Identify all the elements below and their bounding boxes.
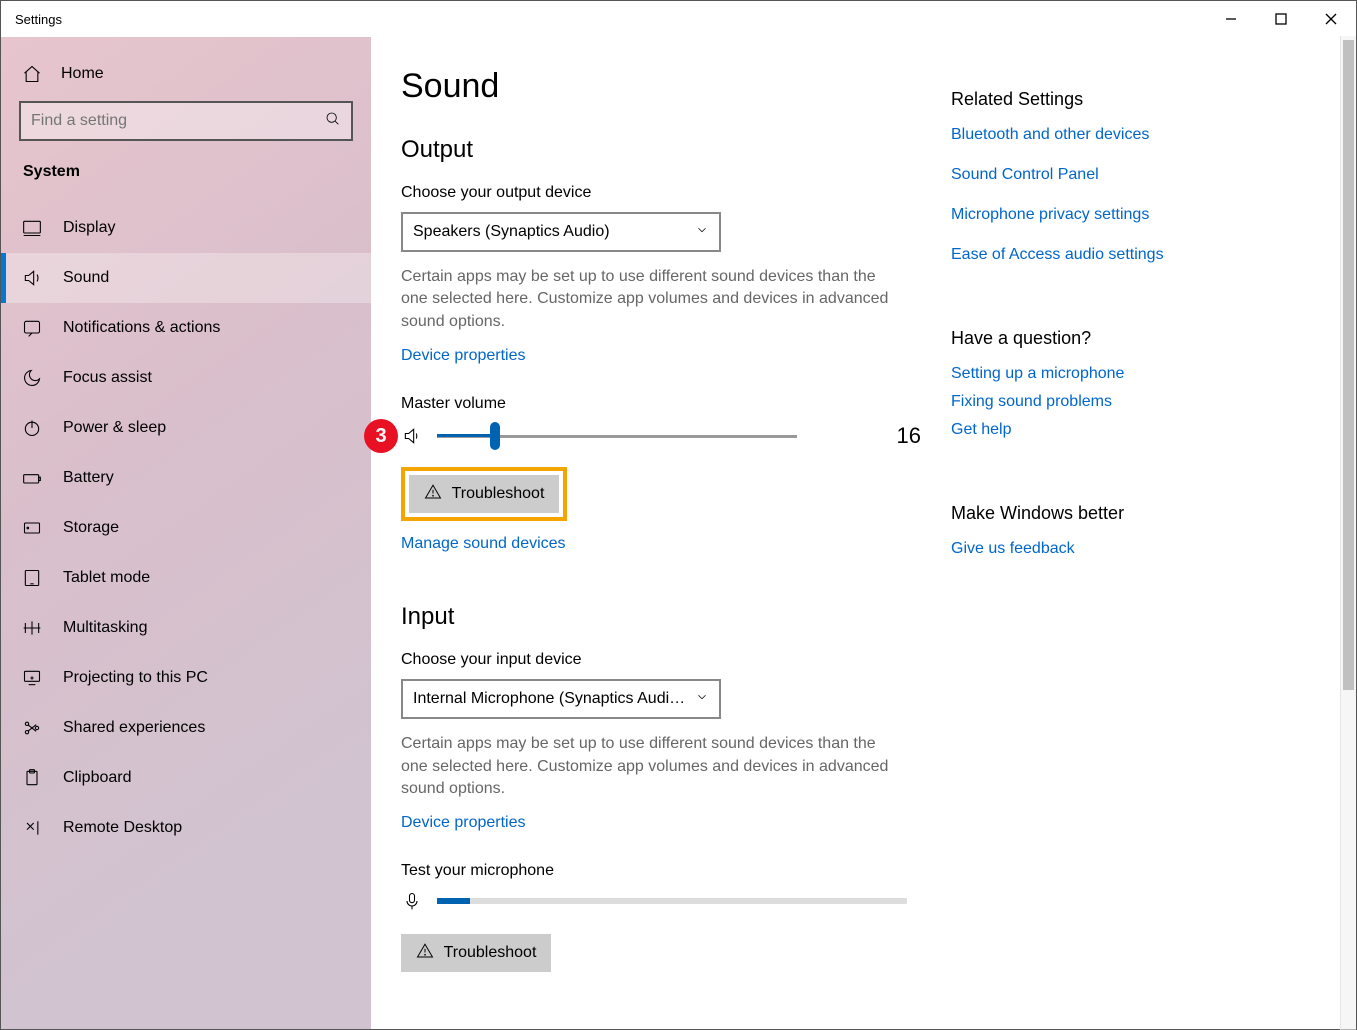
master-volume-value: 16 xyxy=(897,423,951,449)
have-question-heading: Have a question? xyxy=(951,328,1316,349)
sidebar-item-notifications[interactable]: Notifications & actions xyxy=(1,303,371,353)
sidebar-item-focus-assist[interactable]: Focus assist xyxy=(1,353,371,403)
focus-assist-icon xyxy=(21,367,43,389)
sidebar-item-label: Notifications & actions xyxy=(63,319,220,337)
page-title: Sound xyxy=(401,67,951,106)
warning-icon xyxy=(424,483,442,506)
output-heading: Output xyxy=(401,136,951,164)
sidebar-item-label: Clipboard xyxy=(63,769,131,787)
minimize-button[interactable] xyxy=(1206,1,1256,37)
sidebar-item-label: Shared experiences xyxy=(63,719,205,737)
titlebar: Settings xyxy=(1,1,1356,37)
window-title: Settings xyxy=(1,12,62,27)
troubleshoot-label: Troubleshoot xyxy=(452,485,545,503)
tablet-icon xyxy=(21,567,43,589)
sound-icon xyxy=(21,267,43,289)
search-icon xyxy=(325,111,341,132)
input-troubleshoot-button[interactable]: Troubleshoot xyxy=(401,934,551,972)
output-description: Certain apps may be set up to use differ… xyxy=(401,266,901,333)
sidebar-item-clipboard[interactable]: Clipboard xyxy=(1,753,371,803)
sidebar-item-power-sleep[interactable]: Power & sleep xyxy=(1,403,371,453)
sidebar-item-label: Power & sleep xyxy=(63,419,166,437)
input-description: Certain apps may be set up to use differ… xyxy=(401,733,901,800)
power-icon xyxy=(21,417,43,439)
related-link-ease-of-access[interactable]: Ease of Access audio settings xyxy=(951,246,1316,264)
master-volume-slider[interactable] xyxy=(437,425,797,447)
sidebar-item-multitasking[interactable]: Multitasking xyxy=(1,603,371,653)
shared-icon xyxy=(21,717,43,739)
projecting-icon xyxy=(21,667,43,689)
master-volume-label: Master volume xyxy=(401,395,951,413)
warning-icon xyxy=(416,942,434,965)
input-heading: Input xyxy=(401,603,951,631)
close-button[interactable] xyxy=(1306,1,1356,37)
sidebar-item-display[interactable]: Display xyxy=(1,203,371,253)
search-input[interactable] xyxy=(31,112,325,130)
sidebar-item-battery[interactable]: Battery xyxy=(1,453,371,503)
sidebar-item-tablet-mode[interactable]: Tablet mode xyxy=(1,553,371,603)
sidebar-item-label: Remote Desktop xyxy=(63,819,182,837)
output-device-value: Speakers (Synaptics Audio) xyxy=(413,223,610,241)
sidebar: Home System Display Sound xyxy=(1,37,371,1029)
sidebar-item-label: Sound xyxy=(63,269,109,287)
sidebar-item-label: Storage xyxy=(63,519,119,537)
make-windows-better-heading: Make Windows better xyxy=(951,503,1316,524)
sidebar-item-storage[interactable]: Storage xyxy=(1,503,371,553)
category-label: System xyxy=(1,163,371,203)
related-link-mic-privacy[interactable]: Microphone privacy settings xyxy=(951,206,1316,224)
chevron-down-icon xyxy=(695,223,709,242)
search-input-wrap[interactable] xyxy=(19,101,353,141)
output-troubleshoot-button[interactable]: Troubleshoot xyxy=(409,475,559,513)
storage-icon xyxy=(21,517,43,539)
home-link[interactable]: Home xyxy=(1,47,371,101)
sidebar-item-label: Battery xyxy=(63,469,114,487)
troubleshoot-highlight: Troubleshoot xyxy=(401,467,567,521)
output-device-label: Choose your output device xyxy=(401,184,951,202)
battery-icon xyxy=(21,467,43,489)
sidebar-item-label: Focus assist xyxy=(63,369,152,387)
sidebar-item-sound[interactable]: Sound xyxy=(1,253,371,303)
sidebar-item-label: Projecting to this PC xyxy=(63,669,208,687)
sidebar-item-projecting[interactable]: Projecting to this PC xyxy=(1,653,371,703)
help-link-get-help[interactable]: Get help xyxy=(951,421,1316,439)
help-link-setup-mic[interactable]: Setting up a microphone xyxy=(951,365,1316,383)
related-link-sound-control-panel[interactable]: Sound Control Panel xyxy=(951,166,1316,184)
vertical-scrollbar[interactable] xyxy=(1340,36,1356,1030)
notifications-icon xyxy=(21,317,43,339)
help-link-fix-sound[interactable]: Fixing sound problems xyxy=(951,393,1316,411)
home-icon xyxy=(21,63,43,85)
annotation-badge: 3 xyxy=(364,419,398,453)
remote-desktop-icon xyxy=(21,817,43,839)
output-device-properties-link[interactable]: Device properties xyxy=(401,347,526,365)
display-icon xyxy=(21,217,43,239)
input-device-select[interactable]: Internal Microphone (Synaptics Audi… xyxy=(401,679,721,719)
home-label: Home xyxy=(61,65,104,83)
troubleshoot-label: Troubleshoot xyxy=(444,944,537,962)
mic-level-meter xyxy=(437,898,907,904)
related-link-bluetooth[interactable]: Bluetooth and other devices xyxy=(951,126,1316,144)
sidebar-item-label: Tablet mode xyxy=(63,569,150,587)
input-device-properties-link[interactable]: Device properties xyxy=(401,814,526,832)
multitasking-icon xyxy=(21,617,43,639)
test-mic-label: Test your microphone xyxy=(401,862,951,880)
sidebar-item-label: Multitasking xyxy=(63,619,147,637)
manage-sound-devices-link[interactable]: Manage sound devices xyxy=(401,535,566,553)
input-device-value: Internal Microphone (Synaptics Audi… xyxy=(413,690,685,708)
volume-icon[interactable] xyxy=(401,425,423,447)
sidebar-item-label: Display xyxy=(63,219,115,237)
give-feedback-link[interactable]: Give us feedback xyxy=(951,540,1316,558)
scrollbar-thumb[interactable] xyxy=(1343,40,1354,690)
sidebar-item-shared-experiences[interactable]: Shared experiences xyxy=(1,703,371,753)
sidebar-item-remote-desktop[interactable]: Remote Desktop xyxy=(1,803,371,853)
output-device-select[interactable]: Speakers (Synaptics Audio) xyxy=(401,212,721,252)
related-settings-heading: Related Settings xyxy=(951,89,1316,110)
microphone-icon xyxy=(401,890,423,912)
input-device-label: Choose your input device xyxy=(401,651,951,669)
maximize-button[interactable] xyxy=(1256,1,1306,37)
clipboard-icon xyxy=(21,767,43,789)
chevron-down-icon xyxy=(695,690,709,709)
